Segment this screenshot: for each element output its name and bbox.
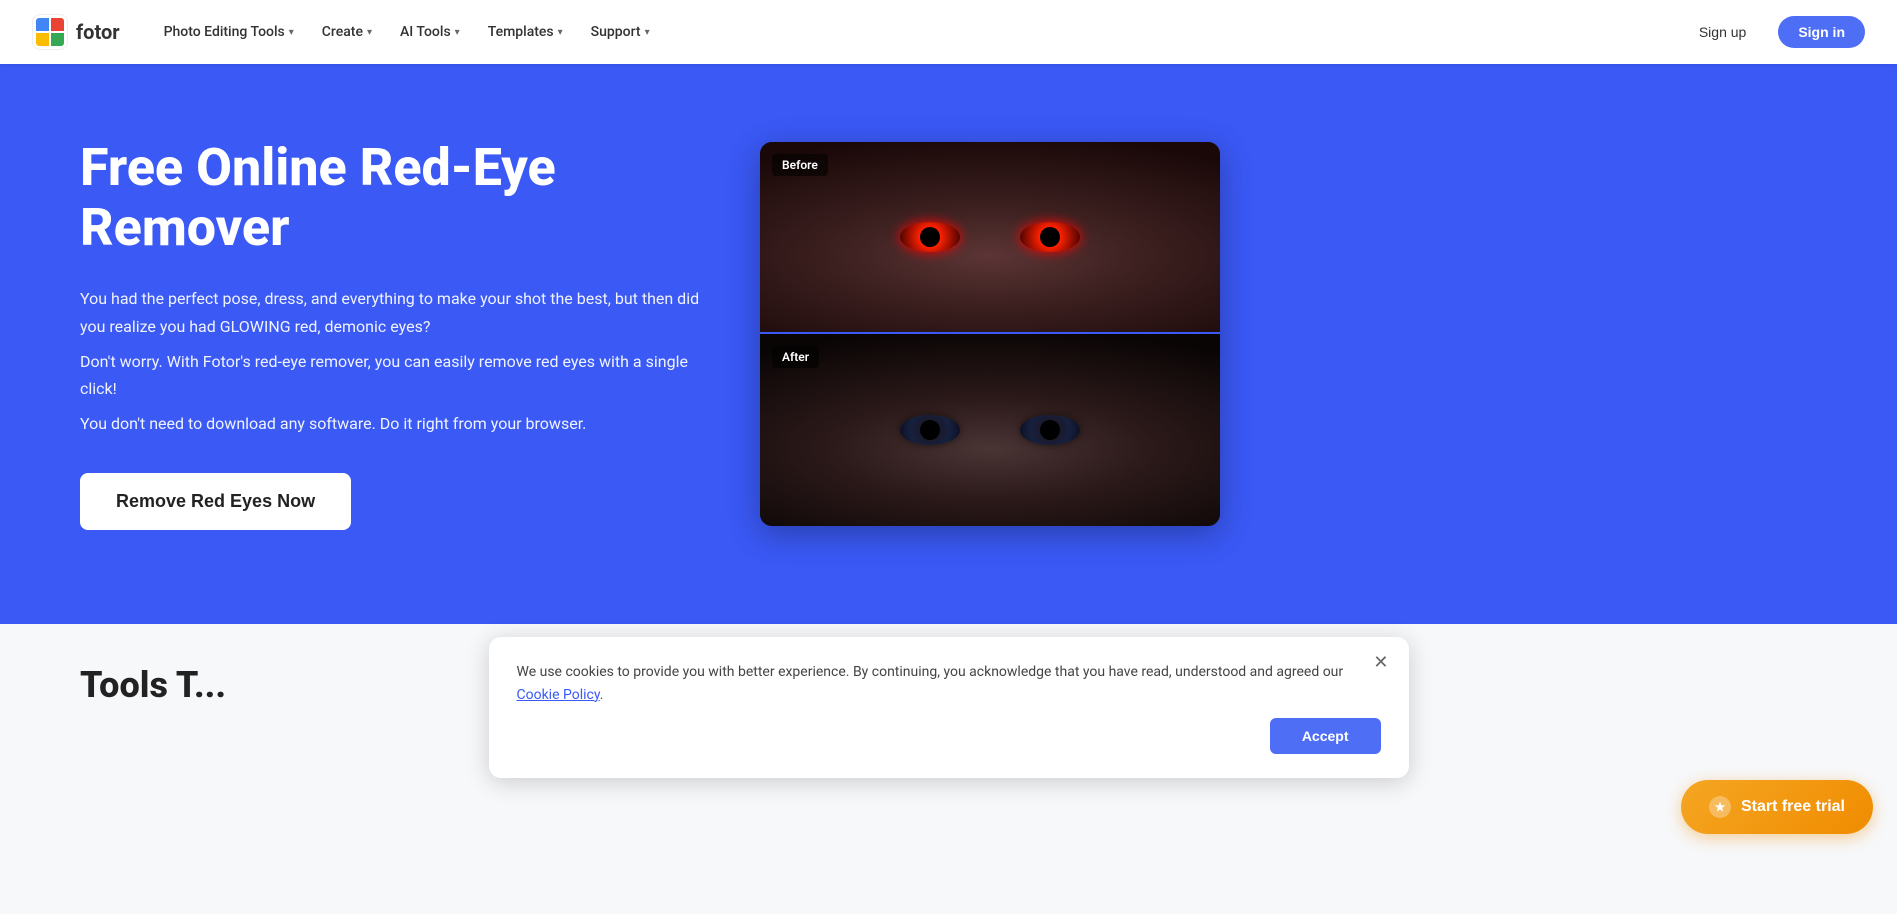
cookie-accept-button[interactable]: Accept xyxy=(1270,718,1381,754)
chevron-down-icon: ▾ xyxy=(645,27,650,38)
nav-item-ai-tools[interactable]: AI Tools ▾ xyxy=(388,16,472,48)
nav-item-photo-editing[interactable]: Photo Editing Tools ▾ xyxy=(152,16,306,48)
cookie-actions: Accept xyxy=(517,718,1381,754)
chevron-down-icon: ▾ xyxy=(455,27,460,38)
signin-button[interactable]: Sign in xyxy=(1778,16,1865,48)
before-badge: Before xyxy=(772,154,828,176)
before-face-art xyxy=(760,142,1220,332)
chevron-down-icon: ▾ xyxy=(289,27,294,38)
chevron-down-icon: ▾ xyxy=(367,27,372,38)
remove-red-eyes-button[interactable]: Remove Red Eyes Now xyxy=(80,473,351,530)
navbar: fotor Photo Editing Tools ▾ Create ▾ AI … xyxy=(0,0,1897,64)
logo-text: fotor xyxy=(76,20,120,44)
hero-section: Free Online Red-Eye Remover You had the … xyxy=(0,64,1897,624)
eyes-after xyxy=(900,415,1080,445)
nav-auth: Sign up Sign in xyxy=(1679,16,1865,48)
right-eye-after xyxy=(1020,415,1080,445)
nav-item-support[interactable]: Support ▾ xyxy=(579,16,662,48)
trial-icon: ★ xyxy=(1709,796,1731,818)
left-eye-before xyxy=(900,222,960,252)
hero-title: Free Online Red-Eye Remover xyxy=(80,138,700,258)
after-badge: After xyxy=(772,346,819,368)
nav-item-templates[interactable]: Templates ▾ xyxy=(476,16,575,48)
cookie-text: We use cookies to provide you with bette… xyxy=(517,661,1381,706)
hero-content: Free Online Red-Eye Remover You had the … xyxy=(80,138,700,531)
start-trial-button[interactable]: ★ Start free trial xyxy=(1681,780,1873,834)
right-eye-before xyxy=(1020,222,1080,252)
eyes-before xyxy=(900,222,1080,252)
before-panel: Before xyxy=(760,142,1220,334)
trial-label: Start free trial xyxy=(1741,798,1845,816)
chevron-down-icon: ▾ xyxy=(558,27,563,38)
hero-description: You had the perfect pose, dress, and eve… xyxy=(80,285,700,437)
before-after-image: Before After xyxy=(760,142,1220,526)
cookie-close-button[interactable]: ✕ xyxy=(1373,653,1388,671)
cookie-banner: ✕ We use cookies to provide you with bet… xyxy=(489,637,1409,778)
nav-menu: Photo Editing Tools ▾ Create ▾ AI Tools … xyxy=(152,16,1679,48)
cookie-policy-link[interactable]: Cookie Policy xyxy=(517,687,600,703)
nav-item-create[interactable]: Create ▾ xyxy=(310,16,384,48)
after-face-art xyxy=(760,334,1220,526)
logo-icon xyxy=(32,14,68,50)
left-eye-after xyxy=(900,415,960,445)
signup-button[interactable]: Sign up xyxy=(1679,16,1766,48)
logo[interactable]: fotor xyxy=(32,14,120,50)
after-panel: After xyxy=(760,334,1220,526)
